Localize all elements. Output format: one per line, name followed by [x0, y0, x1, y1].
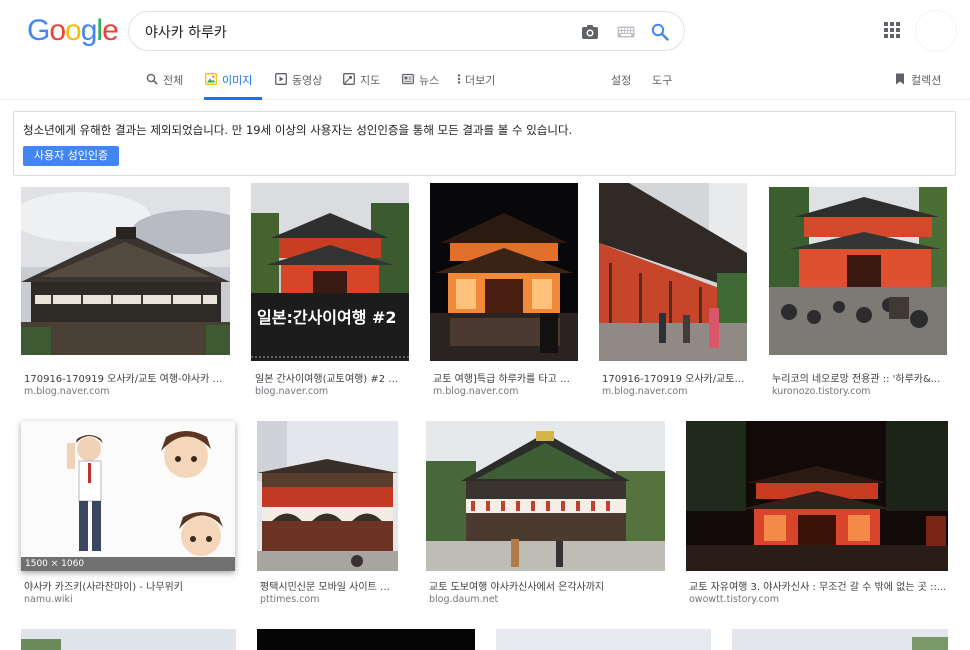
- header: Google 전체 이미지 동영상 지도: [0, 0, 970, 100]
- settings-link[interactable]: 설정: [611, 72, 631, 88]
- bookmark-icon: [893, 72, 906, 85]
- result-source: kuronozo.tistory.com: [772, 386, 871, 397]
- result-thumbnail[interactable]: [686, 421, 948, 571]
- safe-search-notice: 청소년에게 유해한 결과는 제외되었습니다. 만 19세 이상의 사용자는 성인…: [13, 111, 956, 176]
- tab-label: 더보기: [465, 74, 496, 87]
- logo-letter: o: [65, 14, 82, 47]
- tab-maps[interactable]: 지도: [342, 66, 380, 100]
- result-thumbnail[interactable]: [496, 629, 711, 650]
- logo-letter: e: [102, 14, 119, 47]
- search-input[interactable]: [145, 21, 565, 43]
- age-verify-button[interactable]: 사용자 성인인증: [23, 146, 119, 166]
- result-thumbnail[interactable]: [430, 183, 578, 361]
- logo-letter: G: [27, 14, 50, 47]
- image-icon: [204, 72, 217, 85]
- result-thumbnail[interactable]: 1500 × 1060: [21, 421, 235, 571]
- search-icon[interactable]: [650, 22, 670, 42]
- result-source: namu.wiki: [24, 594, 73, 605]
- result-source: owowtt.tistory.com: [689, 594, 779, 605]
- result-caption[interactable]: 170916-170919 오사카/교토 여행: [602, 370, 747, 385]
- result-thumbnail[interactable]: [257, 421, 398, 571]
- result-caption[interactable]: 누리코의 네오로망 전용관 :: '하루카&...: [772, 370, 947, 385]
- play-icon: [274, 72, 287, 85]
- tab-videos[interactable]: 동영상: [274, 66, 322, 100]
- result-thumbnail[interactable]: 일본:간사이여행 #2: [251, 183, 409, 361]
- result-caption[interactable]: 교토 자유여행 3. 야사카신사 : 무조건 갈 수 밖에 없는 곳 ::...: [689, 578, 948, 593]
- result-thumbnail[interactable]: [21, 629, 236, 650]
- result-caption[interactable]: 교토 도보여행 야사카신사에서 은각사까지: [429, 578, 665, 593]
- result-source: blog.daum.net: [429, 594, 499, 605]
- apps-grid-icon[interactable]: [884, 22, 900, 38]
- collections-link[interactable]: 컬렉션: [893, 66, 941, 100]
- more-vert-icon: [456, 72, 462, 85]
- result-source: m.blog.naver.com: [433, 386, 519, 397]
- tab-label: 동영상: [292, 74, 323, 87]
- news-icon: [401, 72, 414, 85]
- tab-more[interactable]: 더보기: [456, 66, 495, 100]
- notice-text: 청소년에게 유해한 결과는 제외되었습니다. 만 19세 이상의 사용자는 성인…: [23, 123, 573, 137]
- result-thumbnail[interactable]: [257, 629, 475, 650]
- search-tabs: 전체 이미지 동영상 지도 뉴스 더보기 설정 도구 컬렉션: [0, 66, 970, 100]
- tab-label: 지도: [360, 74, 381, 87]
- logo-letter: o: [49, 14, 66, 47]
- avatar[interactable]: [915, 10, 957, 52]
- tab-label: 컬렉션: [911, 74, 942, 87]
- result-caption[interactable]: 야사카 카즈키(사라잔마이) - 나무위키: [24, 578, 235, 593]
- tools-link[interactable]: 도구: [652, 72, 672, 88]
- result-source: m.blog.naver.com: [602, 386, 688, 397]
- logo-letter: g: [80, 14, 98, 47]
- tab-images[interactable]: 이미지: [204, 66, 262, 100]
- result-thumbnail[interactable]: [21, 187, 230, 355]
- thumb-overlay-text: 일본:간사이여행 #2: [257, 308, 397, 327]
- tab-label: 이미지: [222, 74, 253, 87]
- result-caption[interactable]: 교토 여행]특급 하루카를 타고 교토로: [433, 370, 578, 385]
- result-caption[interactable]: 평택시민신문 모바일 사이트 모바일: [260, 578, 398, 593]
- tab-all[interactable]: 전체: [145, 66, 183, 100]
- result-source: m.blog.naver.com: [24, 386, 110, 397]
- search-icon: [145, 72, 158, 85]
- result-source: blog.naver.com: [255, 386, 329, 397]
- tab-label: 뉴스: [419, 74, 440, 87]
- result-caption[interactable]: 일본 간사이여행(교토여행) #2 간사이: [255, 370, 407, 385]
- tab-news[interactable]: 뉴스: [401, 66, 439, 100]
- result-thumbnail[interactable]: [732, 629, 948, 650]
- keyboard-icon[interactable]: [616, 22, 636, 42]
- result-thumbnail[interactable]: [426, 421, 665, 571]
- camera-icon[interactable]: [580, 22, 600, 42]
- tab-label: 전체: [163, 74, 184, 87]
- map-pin-icon: [342, 72, 355, 85]
- image-dimensions: 1500 × 1060: [21, 557, 235, 571]
- result-thumbnail[interactable]: [769, 187, 947, 355]
- search-box: [128, 11, 685, 51]
- result-source: pttimes.com: [260, 594, 320, 605]
- result-thumbnail[interactable]: [599, 183, 747, 361]
- google-logo[interactable]: Google: [27, 14, 119, 48]
- result-caption[interactable]: 170916-170919 오사카/교토 여행-야사카 신사: [24, 370, 230, 385]
